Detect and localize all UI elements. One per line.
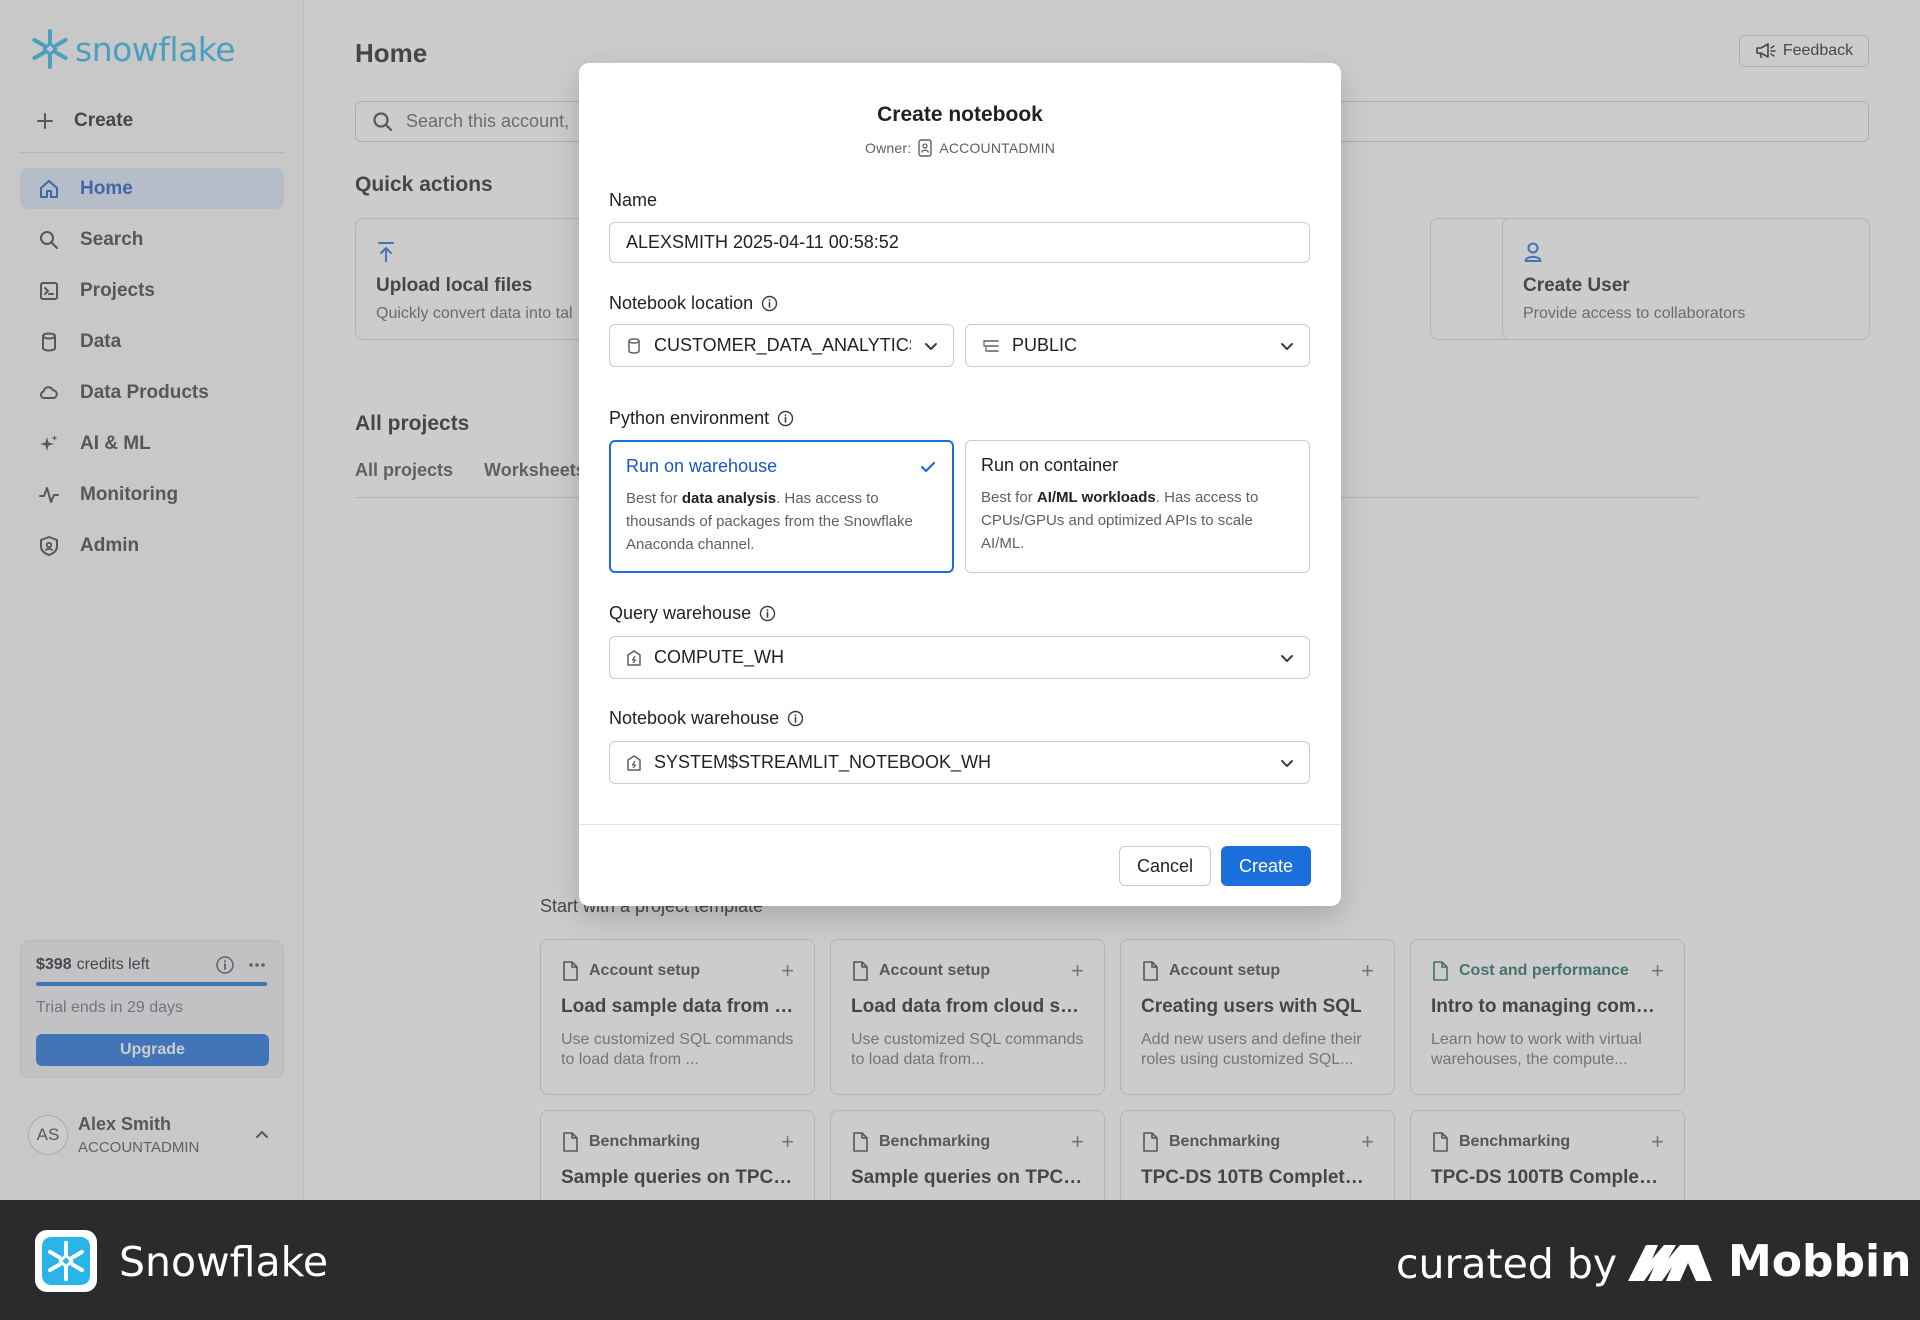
notebook-warehouse-label-text: Notebook warehouse <box>609 708 780 728</box>
desc-bold: AI/ML workloads <box>1036 489 1156 506</box>
location-label: Notebook location <box>609 293 778 314</box>
footer-brand: Snowflake <box>119 1238 329 1286</box>
schema-value: PUBLIC <box>1012 335 1078 355</box>
curated-by-text: curated by <box>1396 1240 1618 1288</box>
notebook-warehouse-label: Notebook warehouse <box>609 708 804 729</box>
chevron-down-icon <box>925 342 937 350</box>
notebook-warehouse-value: SYSTEM$STREAMLIT_NOTEBOOK_WH <box>654 752 992 772</box>
mobbin-logo: Mobbin <box>1626 1236 1911 1287</box>
check-icon <box>920 461 936 472</box>
env-option-desc: Best for data analysis. Has access to th… <box>626 487 937 556</box>
env-option-title: Run on container <box>981 455 1119 475</box>
name-field[interactable]: ALEXSMITH 2025-04-11 00:58:52 <box>609 222 1310 263</box>
database-icon <box>628 337 640 354</box>
role-icon <box>918 139 933 157</box>
query-warehouse-select[interactable]: COMPUTE_WH <box>609 636 1310 679</box>
env-option-title: Run on warehouse <box>626 456 778 476</box>
desc-pre: Best for <box>981 489 1037 506</box>
python-env-label-text: Python environment <box>609 408 770 428</box>
mobbin-wordmark: Mobbin <box>1728 1236 1912 1287</box>
desc-pre: Best for <box>626 490 682 507</box>
info-icon[interactable] <box>761 295 778 312</box>
chevron-down-icon <box>1281 654 1293 662</box>
warehouse-icon <box>627 649 641 666</box>
create-notebook-dialog: Create notebook Owner: ACCOUNTADMIN Name… <box>579 63 1341 906</box>
attribution-footer: Snowflake curated by Mobbin <box>0 1200 1920 1320</box>
schema-icon <box>983 339 999 352</box>
app-window: snowflake Create Home Search Projects Da… <box>0 0 1920 1200</box>
query-warehouse-label: Query warehouse <box>609 603 776 624</box>
owner-line: Owner: ACCOUNTADMIN <box>579 139 1341 157</box>
mobbin-mark-icon <box>1628 1244 1712 1281</box>
query-warehouse-label-text: Query warehouse <box>609 603 752 623</box>
name-label: Name <box>609 190 657 211</box>
chevron-down-icon <box>1281 759 1293 767</box>
info-icon[interactable] <box>787 710 804 727</box>
env-option-desc: Best for AI/ML workloads. Has access to … <box>981 486 1294 555</box>
name-label-text: Name <box>609 190 658 210</box>
info-icon[interactable] <box>759 605 776 622</box>
database-value: CUSTOMER_DATA_ANALYTICS <box>654 335 911 355</box>
database-select[interactable]: CUSTOMER_DATA_ANALYTICS <box>609 324 954 367</box>
create-notebook-button[interactable]: Create <box>1221 846 1311 886</box>
python-env-label: Python environment <box>609 408 794 429</box>
env-option-container[interactable]: Run on container Best for AI/ML workload… <box>965 440 1310 573</box>
schema-select[interactable]: PUBLIC <box>965 324 1310 367</box>
chevron-down-icon <box>1281 342 1293 350</box>
desc-bold: data analysis <box>681 490 777 507</box>
dialog-title: Create notebook <box>877 103 1043 126</box>
owner-label: Owner: <box>864 140 912 156</box>
cancel-button[interactable]: Cancel <box>1119 846 1211 886</box>
snowflake-app-icon <box>35 1230 97 1292</box>
query-warehouse-value: COMPUTE_WH <box>654 647 784 667</box>
info-icon[interactable] <box>777 410 794 427</box>
notebook-warehouse-select[interactable]: SYSTEM$STREAMLIT_NOTEBOOK_WH <box>609 741 1310 784</box>
owner-value: ACCOUNTADMIN <box>939 140 1056 156</box>
name-value: ALEXSMITH 2025-04-11 00:58:52 <box>626 232 899 252</box>
dialog-footer-divider <box>579 824 1341 825</box>
env-option-warehouse[interactable]: Run on warehouse Best for data analysis.… <box>609 440 954 573</box>
location-label-text: Notebook location <box>609 293 754 313</box>
warehouse-icon <box>627 754 641 771</box>
